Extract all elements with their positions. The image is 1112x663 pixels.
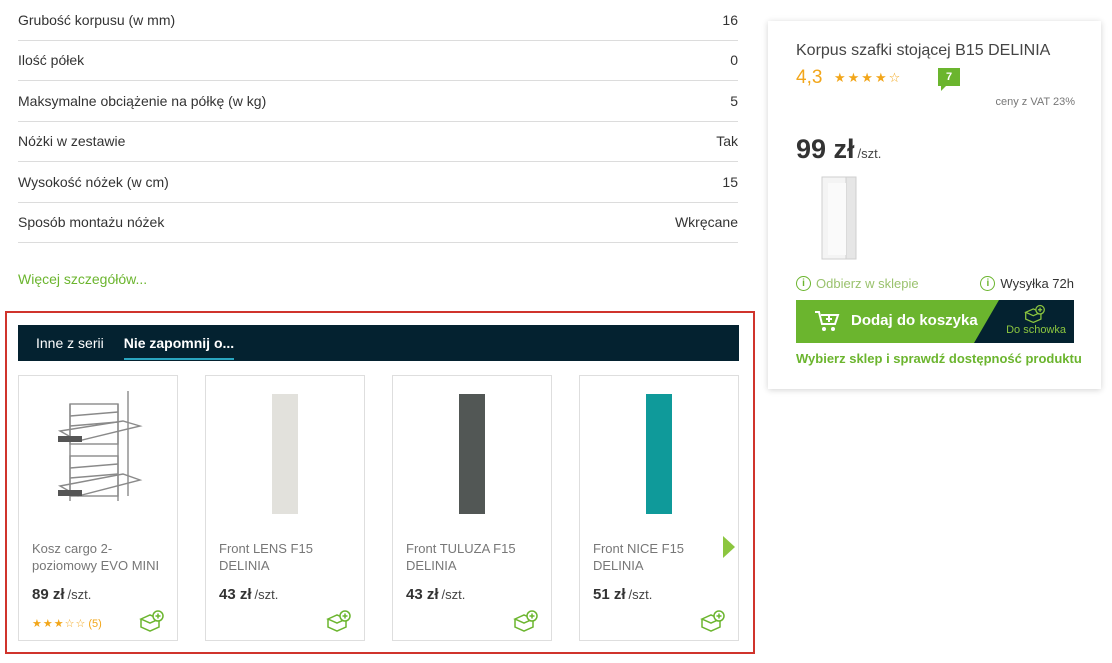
product-price: 43 zł/szt. [219,586,278,603]
front-panel-image [459,394,485,514]
vat-note: ceny z VAT 23% [995,96,1075,108]
store-pickup-info: i Odbierz w sklepie [796,276,919,291]
spec-value: 0 [730,52,738,69]
spec-value: 16 [722,11,738,28]
spec-label: Ilość półek [18,52,85,69]
product-purchase-card: Korpus szafki stojącej B15 DELINIA 4,3 ★… [768,21,1101,389]
price-unit: /szt. [628,587,653,602]
choose-store-link[interactable]: Wybierz sklep i sprawdź dostępność produ… [796,351,1082,366]
shipping-info: i Wysyłka 72h [980,276,1074,291]
tab-same-series[interactable]: Inne z serii [36,325,104,361]
tab-dont-forget[interactable]: Nie zapomnij o... [123,325,235,361]
product-price: 89 zł/szt. [32,586,91,603]
rating-stars[interactable]: ★★★★☆ [834,70,902,86]
product-name[interactable]: Kosz cargo 2-poziomowy EVO MINI [32,540,172,574]
spec-value: Wkręcane [674,214,738,231]
cargo-basket-icon [57,391,143,501]
product-title: Korpus szafki stojącej B15 DELINIA [796,42,1051,59]
product-price: 99 zł/szt. [796,134,881,165]
product-image[interactable] [580,376,738,526]
stash-label: Do schowka [1006,324,1066,336]
product-price: 43 zł/szt. [406,586,465,603]
related-products-section: Inne z serii Nie zapomnij o... Kosz carg… [5,311,755,654]
specs-table: Grubość korpusu (w mm) 16 Ilość półek 0 … [18,0,738,243]
spec-row: Wysokość nóżek (w cm) 15 [18,162,738,203]
tabs-bar: Inne z serii Nie zapomnij o... [18,325,739,361]
add-to-cart-label: Dodaj do koszyka [851,312,978,329]
spec-value: Tak [716,133,738,150]
add-to-stash-icon[interactable] [513,610,539,632]
spec-value: 5 [730,92,738,109]
product-carousel: Kosz cargo 2-poziomowy EVO MINI 89 zł/sz… [18,375,739,641]
spec-label: Nóżki w zestawie [18,133,126,150]
shipping-label: Wysyłka 72h [1000,276,1074,291]
spec-row: Maksymalne obciążenie na półkę (w kg) 5 [18,81,738,122]
add-to-cart-button[interactable]: Dodaj do koszyka Do schowka [796,300,1074,343]
product-card[interactable]: Kosz cargo 2-poziomowy EVO MINI 89 zł/sz… [18,375,178,641]
price-value: 51 zł [593,586,626,603]
add-to-stash-icon[interactable] [139,610,165,632]
rating-stars: ★★★☆☆ [32,618,87,630]
carousel-next-arrow-icon[interactable] [723,536,735,558]
price-value: 89 zł [32,586,65,603]
pickup-label: Odbierz w sklepie [816,276,919,291]
reviews-count-badge[interactable]: 7 [938,68,960,91]
cabinet-image [821,176,857,260]
product-image[interactable] [206,376,364,526]
review-count: (5) [88,618,102,630]
product-rating: ★★★☆☆ (5) [32,617,102,630]
price-unit: /szt. [441,587,466,602]
price-unit: /szt. [857,146,882,161]
product-image[interactable] [393,376,551,526]
spec-row: Sposób montażu nóżek Wkręcane [18,203,738,243]
spec-label: Sposób montażu nóżek [18,214,165,231]
more-details-link[interactable]: Więcej szczegółów... [18,271,147,287]
front-panel-image [646,394,672,514]
front-panel-image [272,394,298,514]
spec-label: Grubość korpusu (w mm) [18,11,176,28]
spec-label: Wysokość nóżek (w cm) [18,173,169,190]
product-name[interactable]: Front TULUZA F15 DELINIA [406,540,546,574]
stash-box-icon [1024,304,1045,324]
price-value: 43 zł [406,586,439,603]
add-to-stash-icon[interactable] [326,610,352,632]
spec-row: Grubość korpusu (w mm) 16 [18,0,738,41]
spec-label: Maksymalne obciążenie na półkę (w kg) [18,92,267,109]
rating-value: 4,3 [796,67,823,88]
spec-row: Nóżki w zestawie Tak [18,122,738,162]
product-name[interactable]: Front NICE F15 DELINIA [593,540,733,574]
product-card[interactable]: Front TULUZA F15 DELINIA 43 zł/szt. [392,375,552,641]
price-unit: /szt. [254,587,279,602]
cart-plus-icon [815,311,840,331]
spec-value: 15 [722,173,738,190]
product-card[interactable]: Front NICE F15 DELINIA 51 zł/szt. [579,375,739,641]
info-icon: i [796,276,811,291]
product-card[interactable]: Front LENS F15 DELINIA 43 zł/szt. [205,375,365,641]
spec-row: Ilość półek 0 [18,41,738,81]
product-price: 51 zł/szt. [593,586,652,603]
price-value: 43 zł [219,586,252,603]
price-value: 99 zł [796,134,855,164]
product-name[interactable]: Front LENS F15 DELINIA [219,540,359,574]
add-to-stash-icon[interactable] [700,610,726,632]
info-icon: i [980,276,996,291]
product-image[interactable] [19,376,177,526]
price-unit: /szt. [67,587,92,602]
